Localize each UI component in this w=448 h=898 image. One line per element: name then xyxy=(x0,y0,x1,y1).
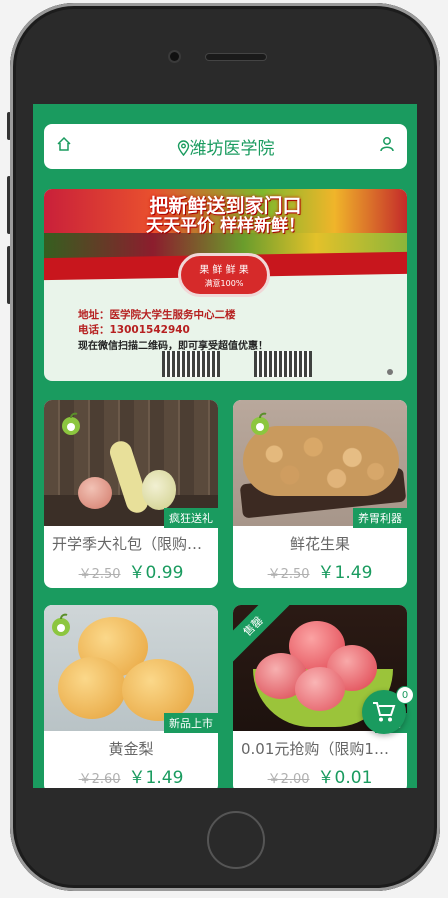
product-tag: 养胃利器 xyxy=(353,508,407,528)
product-name: 鲜花生果 xyxy=(289,535,350,553)
promo-banner[interactable]: 把新鲜送到家门口 天天平价 样样新鲜！ 果 鲜 鲜 果 满意100% 地址：医学… xyxy=(44,189,407,381)
product-tag: 疯狂送礼 xyxy=(164,508,218,528)
product-name: 黄金梨 xyxy=(108,740,154,758)
original-price: ￥2.00 xyxy=(267,772,310,787)
cart-icon xyxy=(372,701,396,727)
product-prices: ￥2.00 ￥0.01 xyxy=(233,763,407,788)
location-title[interactable]: 潍坊医学院 xyxy=(44,134,407,161)
seal-text: 满意100% xyxy=(204,279,244,288)
qr-code-left xyxy=(162,351,220,377)
original-price: ￥2.50 xyxy=(267,567,310,582)
top-bar: 潍坊医学院 xyxy=(44,124,407,169)
original-price: ￥2.60 xyxy=(78,772,121,787)
banner-phone: 电话：13001542940 xyxy=(78,324,190,336)
fruit-badge-icon xyxy=(249,412,271,440)
banner-subheadline: 天天平价 样样新鲜！ xyxy=(146,216,305,236)
app-screen: 潍坊医学院 把新鲜送到家门口 天天平价 样样新鲜！ 果 鲜 鲜 果 满意100%… xyxy=(33,104,417,788)
original-price: ￥2.50 xyxy=(78,567,121,582)
product-prices: ￥2.50 ￥1.49 xyxy=(233,558,407,583)
product-name: 开学季大礼包（限购1份） xyxy=(52,535,218,553)
sale-price: ￥1.49 xyxy=(128,768,184,788)
product-prices: ￥2.50 ￥0.99 xyxy=(44,558,218,583)
product-card[interactable]: 新品上市 黄金梨 ￥2.60 ￥1.49 xyxy=(44,605,218,788)
camera xyxy=(170,52,179,61)
sale-price: ￥1.49 xyxy=(317,563,373,583)
cart-count-badge: 0 xyxy=(396,686,414,704)
speaker xyxy=(206,54,266,60)
qr-code-right xyxy=(254,351,312,377)
product-card[interactable]: 疯狂送礼 开学季大礼包（限购1份） ￥2.50 ￥0.99 xyxy=(44,400,218,588)
sale-price: ￥0.01 xyxy=(317,768,373,788)
product-prices: ￥2.60 ￥1.49 xyxy=(44,763,218,788)
fruit-badge-icon xyxy=(60,412,82,440)
user-icon[interactable] xyxy=(379,136,395,156)
banner-address: 地址：医学院大学生服务中心二楼 xyxy=(78,309,236,321)
product-card[interactable]: 养胃利器 鲜花生果 ￥2.50 ￥1.49 xyxy=(233,400,407,588)
carousel-dot[interactable] xyxy=(387,369,393,375)
banner-seal: 果 鲜 鲜 果 满意100% xyxy=(178,253,270,297)
home-button[interactable] xyxy=(207,811,265,869)
fruit-badge-icon xyxy=(50,613,72,641)
product-tag: 新品上市 xyxy=(164,713,218,733)
product-name: 0.01元抢购（限购1份） xyxy=(241,740,404,758)
location-label: 潍坊医学院 xyxy=(189,139,275,159)
sale-price: ￥0.99 xyxy=(128,563,184,583)
location-pin-icon xyxy=(177,140,190,161)
banner-promo: 现在微信扫描二维码，即可享受超值优惠！ xyxy=(78,341,268,352)
